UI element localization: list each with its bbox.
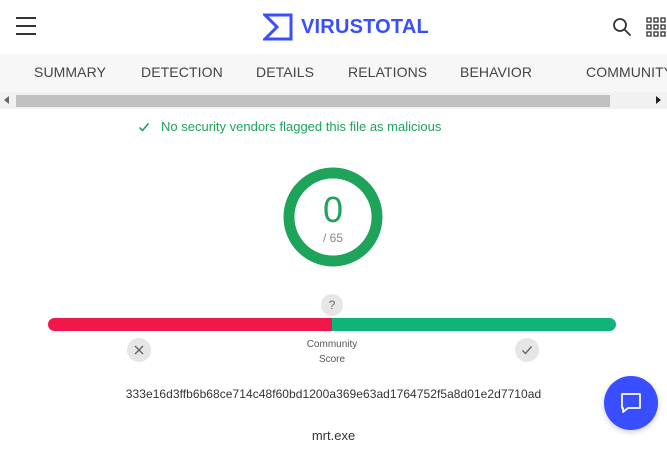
community-help-icon[interactable]: ? (321, 294, 343, 316)
summary-panel: No security vendors flagged this file as… (0, 109, 667, 452)
tab-relations[interactable]: RELATIONS (348, 64, 427, 80)
scroll-right-arrow-icon[interactable] (656, 96, 661, 104)
search-icon[interactable] (612, 17, 632, 37)
virustotal-logo[interactable]: VIRUSTOTAL (263, 12, 429, 42)
tab-bar: SUMMARY DETECTION DETAILS RELATIONS BEHA… (0, 54, 667, 92)
chat-icon (621, 393, 641, 413)
scroll-thumb[interactable] (16, 95, 610, 107)
tab-details[interactable]: DETAILS (256, 64, 314, 80)
logo-text: VIRUSTOTAL (301, 15, 429, 38)
close-icon (134, 345, 144, 355)
community-score-bar (48, 318, 616, 331)
scroll-left-arrow-icon[interactable] (4, 96, 9, 104)
tab-behavior[interactable]: BEHAVIOR (460, 64, 532, 80)
vote-malicious-button[interactable] (127, 338, 151, 362)
detection-total: / 65 (322, 231, 343, 245)
tab-detection[interactable]: DETECTION (141, 64, 223, 80)
tab-community[interactable]: COMMUNITY (586, 64, 667, 80)
horizontal-scrollbar[interactable] (0, 92, 667, 109)
status-text: No security vendors flagged this file as… (161, 119, 442, 134)
checkmark-icon (138, 122, 150, 132)
file-name: mrt.exe (311, 428, 356, 443)
file-hash: 333e16d3ffb6b68ce714c48f60bd1200a369e63a… (125, 387, 542, 401)
top-bar: VIRUSTOTAL (0, 0, 667, 54)
chat-button[interactable] (604, 376, 658, 430)
tab-summary[interactable]: SUMMARY (34, 64, 106, 80)
checkmark-icon (522, 346, 533, 355)
community-score-negative (48, 318, 332, 331)
detection-score: 0 (322, 189, 344, 230)
community-score-positive (332, 318, 616, 331)
community-score-label: Community Score (306, 339, 358, 365)
hamburger-menu-icon[interactable] (16, 17, 36, 35)
detection-status: No security vendors flagged this file as… (138, 119, 441, 134)
vote-harmless-button[interactable] (515, 338, 539, 362)
apps-grid-icon[interactable] (646, 17, 666, 37)
virustotal-logo-icon (263, 13, 293, 41)
